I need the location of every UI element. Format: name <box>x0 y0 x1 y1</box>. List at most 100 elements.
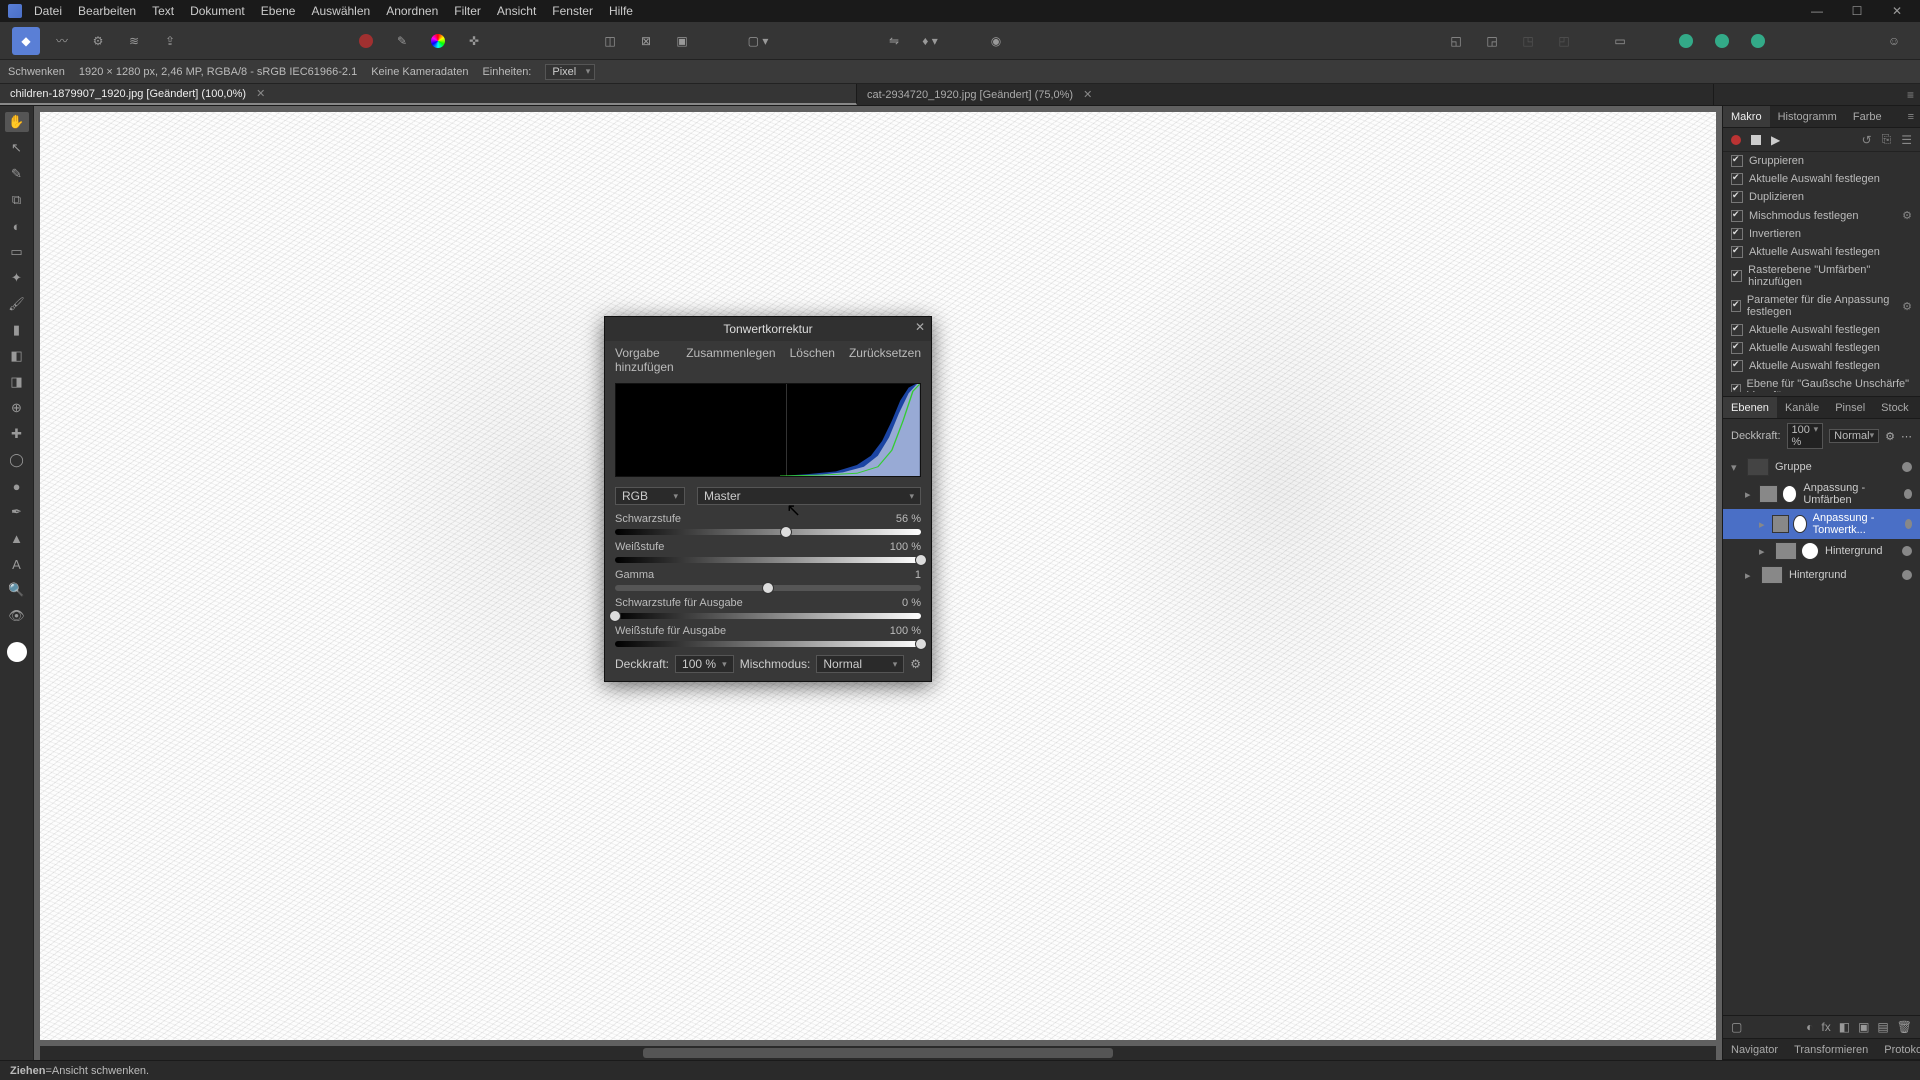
range-select[interactable]: Master▾ <box>697 487 921 505</box>
tab-cat[interactable]: cat-2934720_1920.jpg [Geändert] (75,0%) … <box>857 84 1714 105</box>
macro-item[interactable]: Aktuelle Auswahl festlegen <box>1723 357 1920 375</box>
layer-row[interactable]: ▸ Hintergrund <box>1723 563 1920 587</box>
arrange-front-icon[interactable]: ◲ <box>1478 27 1506 55</box>
menu-auswaehlen[interactable]: Auswählen <box>311 4 370 18</box>
levels-dialog[interactable]: Tonwertkorrektur ✕ Vorgabe hinzufügen Zu… <box>604 316 932 682</box>
quicklook-icon[interactable]: ◉ <box>982 27 1010 55</box>
dialog-blend-select[interactable]: Normal▾ <box>816 655 904 673</box>
window-maximize-button[interactable]: ☐ <box>1842 4 1872 18</box>
adjust-icon[interactable]: ◐ <box>1806 1020 1813 1034</box>
eyedropper-icon[interactable]: ✎ <box>388 27 416 55</box>
close-icon[interactable]: ✕ <box>1083 88 1092 101</box>
play-icon[interactable]: ▶ <box>1771 133 1780 147</box>
tab-pinsel[interactable]: Pinsel <box>1827 397 1873 418</box>
layer-row[interactable]: ▾ Gruppe <box>1723 455 1920 479</box>
channel-select[interactable]: RGB▾ <box>615 487 685 505</box>
deselect-icon[interactable]: ⊠ <box>632 27 660 55</box>
eraser-tool[interactable]: ◨ <box>5 372 29 392</box>
tab-children[interactable]: children-1879907_1920.jpg [Geändert] (10… <box>0 84 857 105</box>
dodge-tool[interactable]: ◯ <box>5 450 29 470</box>
zoom-tool[interactable]: 🔍 <box>5 580 29 600</box>
chevron-icon[interactable]: ▾ <box>1731 461 1741 474</box>
tab-navigator[interactable]: Navigator <box>1723 1039 1786 1059</box>
tab-protokoll[interactable]: Protokoll <box>1876 1039 1920 1059</box>
addlayer1-icon[interactable] <box>1672 27 1700 55</box>
view-tool[interactable]: 👁 <box>5 606 29 626</box>
gradient-tool[interactable]: ◧ <box>5 346 29 366</box>
visibility-icon[interactable] <box>1902 462 1912 472</box>
slider-track[interactable] <box>615 613 921 619</box>
visibility-icon[interactable] <box>1905 519 1912 529</box>
text-tool[interactable]: A <box>5 554 29 574</box>
delete-layer-icon[interactable]: 🗑 <box>1897 1020 1912 1034</box>
tab-histogramm[interactable]: Histogramm <box>1770 106 1845 127</box>
clone-tool[interactable]: ⊕ <box>5 398 29 418</box>
menu-anordnen[interactable]: Anordnen <box>386 4 438 18</box>
persona-photo-icon[interactable]: ◆ <box>12 27 40 55</box>
shape-tool[interactable]: ▲ <box>5 528 29 548</box>
macro-item[interactable]: Aktuelle Auswahl festlegen <box>1723 339 1920 357</box>
heal-tool[interactable]: ✚ <box>5 424 29 444</box>
macro-item[interactable]: Duplizieren <box>1723 188 1920 206</box>
reselect-icon[interactable]: ▣ <box>668 27 696 55</box>
foreground-swatch[interactable] <box>7 642 27 662</box>
layer-row[interactable]: ▸ Anpassung - Umfärben <box>1723 479 1920 509</box>
slider-track[interactable] <box>615 585 921 591</box>
record-icon[interactable] <box>1731 135 1741 145</box>
hand-tool[interactable]: ✋ <box>5 112 29 132</box>
checkbox-icon[interactable] <box>1731 300 1741 312</box>
mask-icon[interactable]: ▢ <box>1731 1020 1742 1034</box>
tab-farbe[interactable]: Farbe <box>1845 106 1890 127</box>
persona-export-icon[interactable]: ⇪ <box>156 27 184 55</box>
addlayer-icon[interactable]: ▤ <box>1877 1020 1888 1034</box>
macro-item[interactable]: Aktuelle Auswahl festlegen <box>1723 321 1920 339</box>
color-wheel-icon[interactable] <box>424 27 452 55</box>
panel-menu-icon[interactable]: ≡ <box>1907 88 1914 102</box>
delete-button[interactable]: Löschen <box>790 346 835 374</box>
checkbox-icon[interactable] <box>1731 342 1743 354</box>
menu-ansicht[interactable]: Ansicht <box>497 4 536 18</box>
arrange-back-icon[interactable]: ◱ <box>1442 27 1470 55</box>
slider-track[interactable] <box>615 641 921 647</box>
checkbox-icon[interactable] <box>1731 191 1743 203</box>
menu-filter[interactable]: Filter <box>454 4 481 18</box>
layer-menu-icon[interactable]: ⋯ <box>1901 430 1912 443</box>
selection-brush-tool[interactable]: ◐ <box>5 216 29 236</box>
persona-develop-icon[interactable]: ⚙ <box>84 27 112 55</box>
menu-datei[interactable]: Datei <box>34 4 62 18</box>
close-icon[interactable]: ✕ <box>256 87 265 100</box>
dialog-titlebar[interactable]: Tonwertkorrektur ✕ <box>605 317 931 341</box>
menu-hilfe[interactable]: Hilfe <box>609 4 633 18</box>
account-icon[interactable]: ☺ <box>1880 27 1908 55</box>
lock-icon[interactable]: ⚙ <box>1885 430 1895 443</box>
window-close-button[interactable]: ✕ <box>1882 4 1912 18</box>
flip-h-icon[interactable]: ⇋ <box>880 27 908 55</box>
macro-save-icon[interactable]: ⎘ <box>1882 132 1892 147</box>
chevron-icon[interactable]: ▸ <box>1745 569 1755 582</box>
tab-makro[interactable]: Makro <box>1723 106 1770 127</box>
crop-dropdown-icon[interactable]: ▢ ▾ <box>744 27 772 55</box>
checkbox-icon[interactable] <box>1731 384 1741 392</box>
addlayer3-icon[interactable] <box>1744 27 1772 55</box>
layer-row[interactable]: ▸ Hintergrund <box>1723 539 1920 563</box>
slider-track[interactable] <box>615 557 921 563</box>
flood-select-tool[interactable]: ✦ <box>5 268 29 288</box>
fx-icon[interactable]: fx <box>1821 1020 1830 1034</box>
color-picker-tool[interactable]: ✎ <box>5 164 29 184</box>
burn-tool[interactable]: ● <box>5 476 29 496</box>
slider-track[interactable] <box>615 529 921 535</box>
autoselect-icon[interactable]: ✜ <box>460 27 488 55</box>
crop-tool[interactable]: ⧉ <box>5 190 29 210</box>
macro-item[interactable]: Aktuelle Auswahl festlegen <box>1723 170 1920 188</box>
chevron-icon[interactable]: ▸ <box>1745 488 1753 501</box>
checkbox-icon[interactable] <box>1731 210 1743 222</box>
checkbox-icon[interactable] <box>1731 360 1743 372</box>
chevron-icon[interactable]: ▸ <box>1759 545 1769 558</box>
checkbox-icon[interactable] <box>1731 324 1743 336</box>
menu-ebene[interactable]: Ebene <box>261 4 296 18</box>
menu-text[interactable]: Text <box>152 4 174 18</box>
move-tool[interactable]: ↖ <box>5 138 29 158</box>
macro-menu-icon[interactable]: ☰ <box>1901 133 1912 147</box>
fill-tool[interactable]: ▮ <box>5 320 29 340</box>
tab-stock[interactable]: Stock <box>1873 397 1917 418</box>
